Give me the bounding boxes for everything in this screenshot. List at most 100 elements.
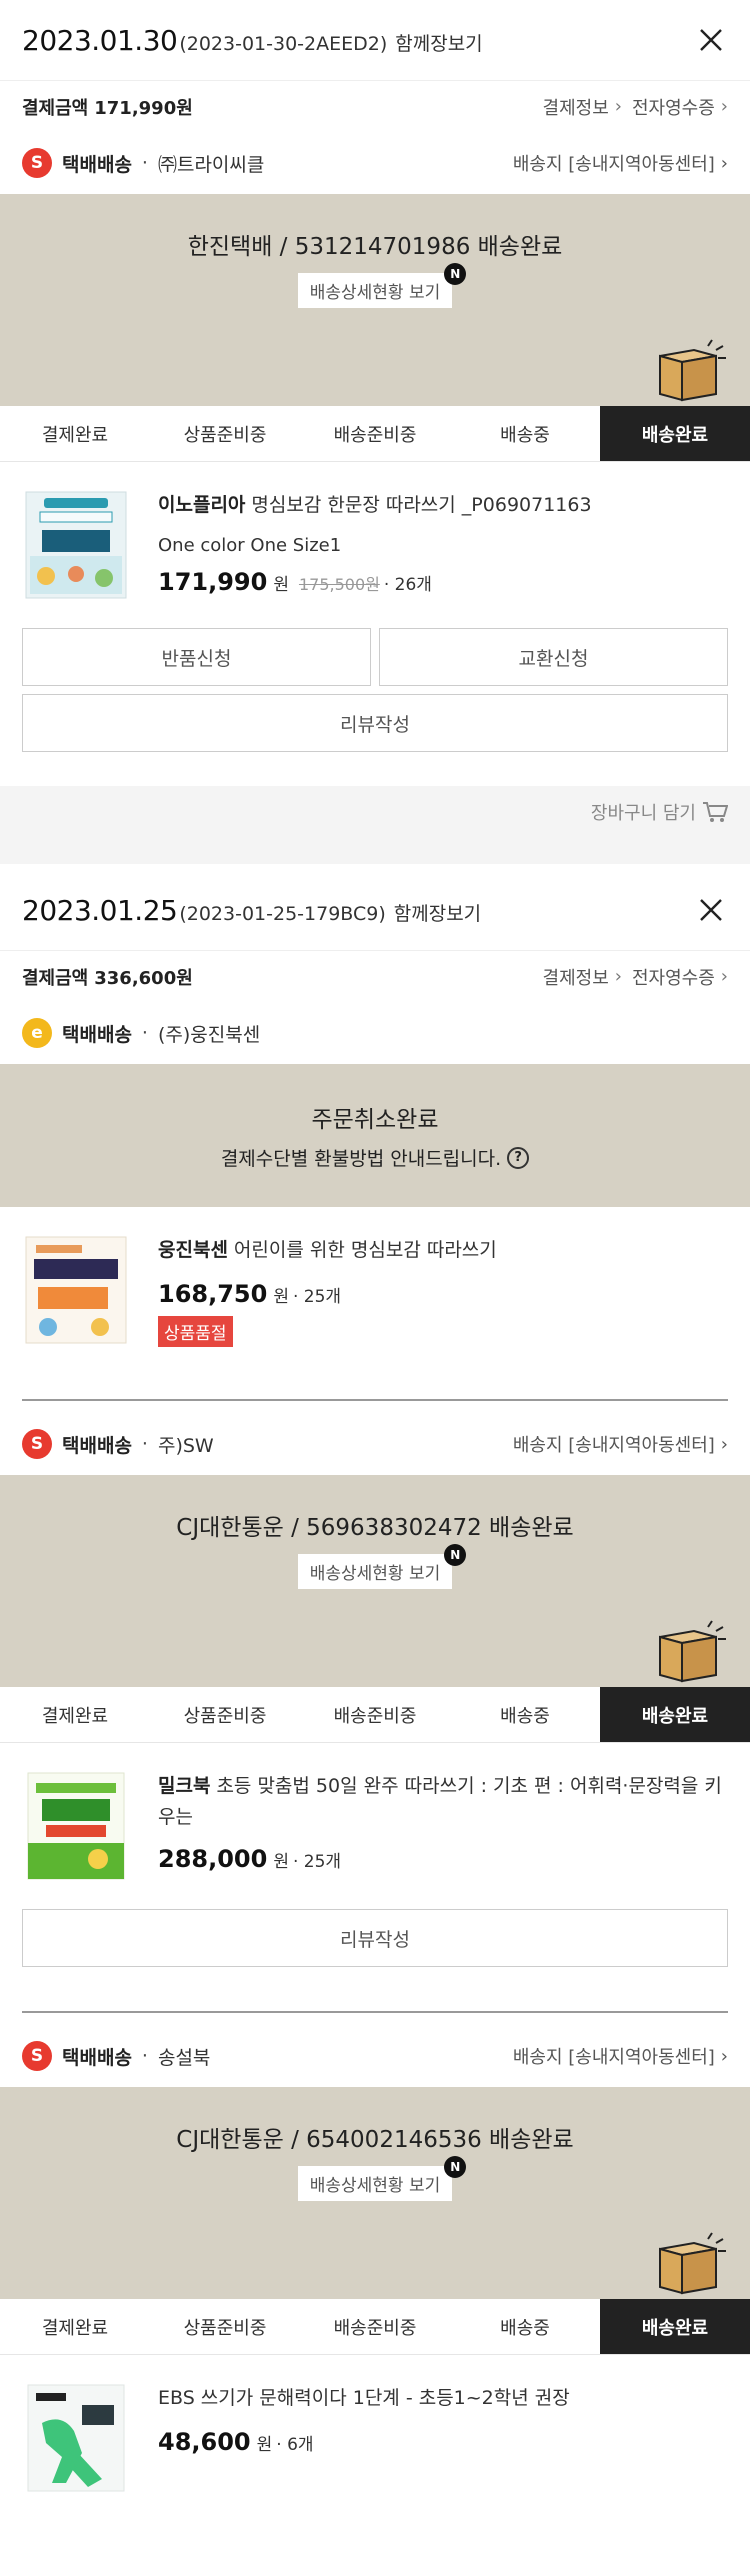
step-shipping: 배송중 <box>500 2317 550 2339</box>
shipping-address: 배송지 [송내지역아동센터] <box>512 2047 715 2068</box>
write-review-button[interactable]: 리뷰작성 <box>22 694 728 752</box>
step-preparing: 상품준비중 <box>183 424 267 446</box>
order-card-2: 2023.01.25 (2023-01-25-179BC9) 함께장보기 결제금… <box>0 870 750 2495</box>
product-title[interactable]: 이노플리아 명심보감 한문장 따라쓰기 _P069071163 <box>158 490 728 521</box>
carrier-tracking: 한진택배 / 531214701986 배송완료 <box>187 234 563 260</box>
shipping-address-link[interactable]: 배송지 [송내지역아동센터] › <box>513 1431 728 1457</box>
order-header: 2023.01.30 (2023-01-30-2AEED2) 함께장보기 <box>0 0 750 80</box>
delivery-status-box: CJ대한통운 / 654002146536 배송완료 배송상세현황 보기 N <box>0 2087 750 2299</box>
shipping-address: 배송지 [송내지역아동센터] <box>512 1435 715 1456</box>
payment-value: 336,600원 <box>94 967 193 989</box>
receipt-link[interactable]: 전자영수증 › <box>632 964 728 990</box>
write-review-button[interactable]: 리뷰작성 <box>22 1909 728 1967</box>
carrier-tracking: CJ대한통운 / 569638302472 배송완료 <box>176 1515 574 1541</box>
receipt-link[interactable]: 전자영수증 › <box>632 94 728 120</box>
together-label: 함께장보기 <box>395 32 483 55</box>
product-item: EBS 쓰기가 문해력이다 1단계 - 초등1~2학년 권장 48,600 원 … <box>0 2355 750 2495</box>
delivery-detail-button[interactable]: 배송상세현황 보기 <box>297 273 453 308</box>
currency-won: 원 <box>273 1852 289 1872</box>
order-header: 2023.01.25 (2023-01-25-179BC9) 함께장보기 <box>0 870 750 950</box>
exchange-request-button[interactable]: 교환신청 <box>379 628 728 686</box>
step-delivered: 배송완료 <box>600 2299 750 2354</box>
product-thumbnail[interactable] <box>22 1771 130 1881</box>
step-shipping: 배송중 <box>500 1705 550 1727</box>
step-ready: 배송준비중 <box>333 424 417 446</box>
product-thumbnail[interactable] <box>22 2383 130 2493</box>
cancel-title: 주문취소완료 <box>311 1107 439 1133</box>
product-brand: 밀크북 <box>158 1775 211 1797</box>
product-price: 288,000 <box>158 1845 268 1873</box>
receipt-label: 전자영수증 <box>631 967 715 989</box>
shipment-header: S 택배배송 · 송설북 배송지 [송내지역아동센터] › <box>0 2025 750 2087</box>
order-code: (2023-01-25-179BC9) <box>179 902 386 925</box>
new-badge-icon: N <box>444 263 467 285</box>
section-gap <box>0 838 750 864</box>
book-cover-image <box>25 491 127 599</box>
payment-label: 결제금액 <box>22 967 89 989</box>
seller-s-badge-icon: S <box>22 1429 52 1459</box>
add-to-cart-link[interactable]: 장바구니 담기 <box>591 799 728 825</box>
payment-links: 결제정보 › 전자영수증 › <box>543 94 728 120</box>
product-name: EBS 쓰기가 문해력이다 1단계 - 초등1~2학년 권장 <box>158 2387 570 2409</box>
payment-info-link[interactable]: 결제정보 › <box>543 94 622 120</box>
product-price: 48,600 <box>158 2428 251 2456</box>
step-delivered: 배송완료 <box>600 406 750 461</box>
payment-amount: 결제금액 171,990원 <box>22 94 193 120</box>
carrier-tracking: CJ대한통운 / 654002146536 배송완료 <box>176 2127 574 2153</box>
product-name: 초등 맞춤법 50일 완주 따라쓰기 : 기초 편 : 어휘력·문장력을 키우는 <box>158 1775 722 1828</box>
seller-s-badge-icon: S <box>22 2041 52 2071</box>
delivery-steps: 결제완료 상품준비중 배송준비중 배송중 배송완료 <box>0 406 750 462</box>
ship-type: 택배배송 <box>62 2046 132 2069</box>
product-brand: 이노플리아 <box>158 494 246 516</box>
delivery-detail-button[interactable]: 배송상세현황 보기 <box>297 1554 453 1589</box>
delivery-status-box: CJ대한통운 / 569638302472 배송완료 배송상세현황 보기 N <box>0 1475 750 1687</box>
book-cover-image <box>25 1236 127 1344</box>
currency-won: 원 <box>273 575 289 595</box>
delivery-steps: 결제완료 상품준비중 배송준비중 배송중 배송완료 <box>0 2299 750 2355</box>
receipt-label: 전자영수증 <box>631 97 715 119</box>
chevron-right-icon: › <box>720 2045 728 2067</box>
product-quantity: · 25개 <box>292 1852 342 1872</box>
chevron-right-icon: › <box>614 96 622 117</box>
add-to-cart-label: 장바구니 담기 <box>590 803 696 824</box>
chevron-right-icon: › <box>614 966 622 987</box>
product-price: 171,990 <box>158 568 268 596</box>
close-button[interactable] <box>694 893 728 927</box>
payment-info-label: 결제정보 <box>542 97 609 119</box>
payment-info-link[interactable]: 결제정보 › <box>543 964 622 990</box>
close-icon <box>700 29 722 51</box>
book-cover-image <box>27 1772 125 1880</box>
payment-info-label: 결제정보 <box>542 967 609 989</box>
soldout-badge: 상품품절 <box>158 1316 233 1347</box>
shipping-address-link[interactable]: 배송지 [송내지역아동센터] › <box>513 2043 728 2069</box>
chevron-right-icon: › <box>720 1433 728 1455</box>
product-thumbnail[interactable] <box>22 1235 130 1345</box>
product-brand: 웅진북센 <box>158 1239 228 1261</box>
shipping-address: 배송지 [송내지역아동센터] <box>512 154 715 175</box>
product-title[interactable]: EBS 쓰기가 문해력이다 1단계 - 초등1~2학년 권장 <box>158 2383 728 2414</box>
product-thumbnail[interactable] <box>22 490 130 600</box>
package-box-icon <box>659 2232 726 2295</box>
seller-e-badge-icon: e <box>22 1018 52 1048</box>
separator-dot: · <box>141 152 148 174</box>
shipment-header: S 택배배송 · 주)SW 배송지 [송내지역아동센터] › <box>0 1413 750 1475</box>
payment-row: 결제금액 336,600원 결제정보 › 전자영수증 › <box>0 950 750 1002</box>
product-quantity: · 6개 <box>276 2435 314 2455</box>
return-request-button[interactable]: 반품신청 <box>22 628 371 686</box>
step-delivered: 배송완료 <box>600 1687 750 1742</box>
product-item: 웅진북센 어린이를 위한 명심보감 따라쓰기 168,750 원 · 25개 상품… <box>0 1207 750 1365</box>
shipping-address-link[interactable]: 배송지 [송내지역아동센터] › <box>513 150 728 176</box>
shipment-header: S 택배배송 · ㈜트라이씨클 배송지 [송내지역아동센터] › <box>0 132 750 194</box>
payment-row: 결제금액 171,990원 결제정보 › 전자영수증 › <box>0 80 750 132</box>
delivery-detail-button[interactable]: 배송상세현황 보기 <box>297 2166 453 2201</box>
product-title[interactable]: 웅진북센 어린이를 위한 명심보감 따라쓰기 <box>158 1235 728 1266</box>
close-button[interactable] <box>694 23 728 57</box>
refund-notice-link[interactable]: 결제수단별 환불방법 안내드립니다. ? <box>221 1144 530 1171</box>
seller-name: 송설북 <box>157 2046 211 2069</box>
order-date: 2023.01.25 <box>22 893 178 927</box>
step-ready: 배송준비중 <box>333 2317 417 2339</box>
together-label: 함께장보기 <box>393 902 482 925</box>
new-badge-icon: N <box>444 1544 467 1566</box>
step-preparing: 상품준비중 <box>183 2317 267 2339</box>
product-title[interactable]: 밀크북 초등 맞춤법 50일 완주 따라쓰기 : 기초 편 : 어휘력·문장력을 … <box>158 1771 728 1833</box>
